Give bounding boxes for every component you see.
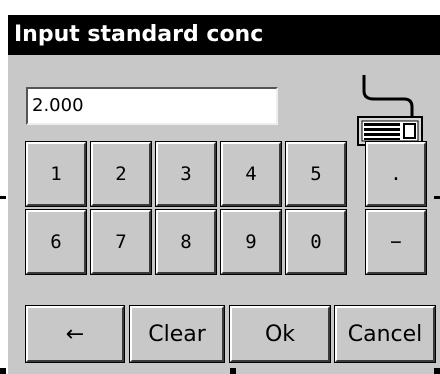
key-minus[interactable]: − xyxy=(365,209,427,275)
edge-tick xyxy=(0,368,6,374)
clear-button[interactable]: Clear xyxy=(129,305,225,363)
backspace-button[interactable]: ← xyxy=(25,305,125,363)
key-6[interactable]: 6 xyxy=(25,209,87,275)
dialog-title: Input standard conc xyxy=(8,15,440,55)
key-8[interactable]: 8 xyxy=(155,209,217,275)
edge-tick xyxy=(434,368,440,374)
edge-tick xyxy=(0,196,6,199)
key-5[interactable]: 5 xyxy=(285,141,347,207)
key-7[interactable]: 7 xyxy=(90,209,152,275)
input-dialog: Input standard conc 2.000 1 2 3 4 5 . 6 … xyxy=(8,15,440,374)
key-decimal[interactable]: . xyxy=(365,141,427,207)
key-9[interactable]: 9 xyxy=(220,209,282,275)
key-1[interactable]: 1 xyxy=(25,141,87,207)
cancel-button[interactable]: Cancel xyxy=(334,305,436,363)
key-0[interactable]: 0 xyxy=(285,209,347,275)
key-4[interactable]: 4 xyxy=(220,141,282,207)
keyboard-icon[interactable] xyxy=(354,73,426,149)
key-3[interactable]: 3 xyxy=(155,141,217,207)
edge-tick xyxy=(434,196,440,199)
edge-tick xyxy=(230,368,236,374)
ok-button[interactable]: Ok xyxy=(229,305,331,363)
value-input[interactable]: 2.000 xyxy=(26,87,278,125)
key-2[interactable]: 2 xyxy=(90,141,152,207)
